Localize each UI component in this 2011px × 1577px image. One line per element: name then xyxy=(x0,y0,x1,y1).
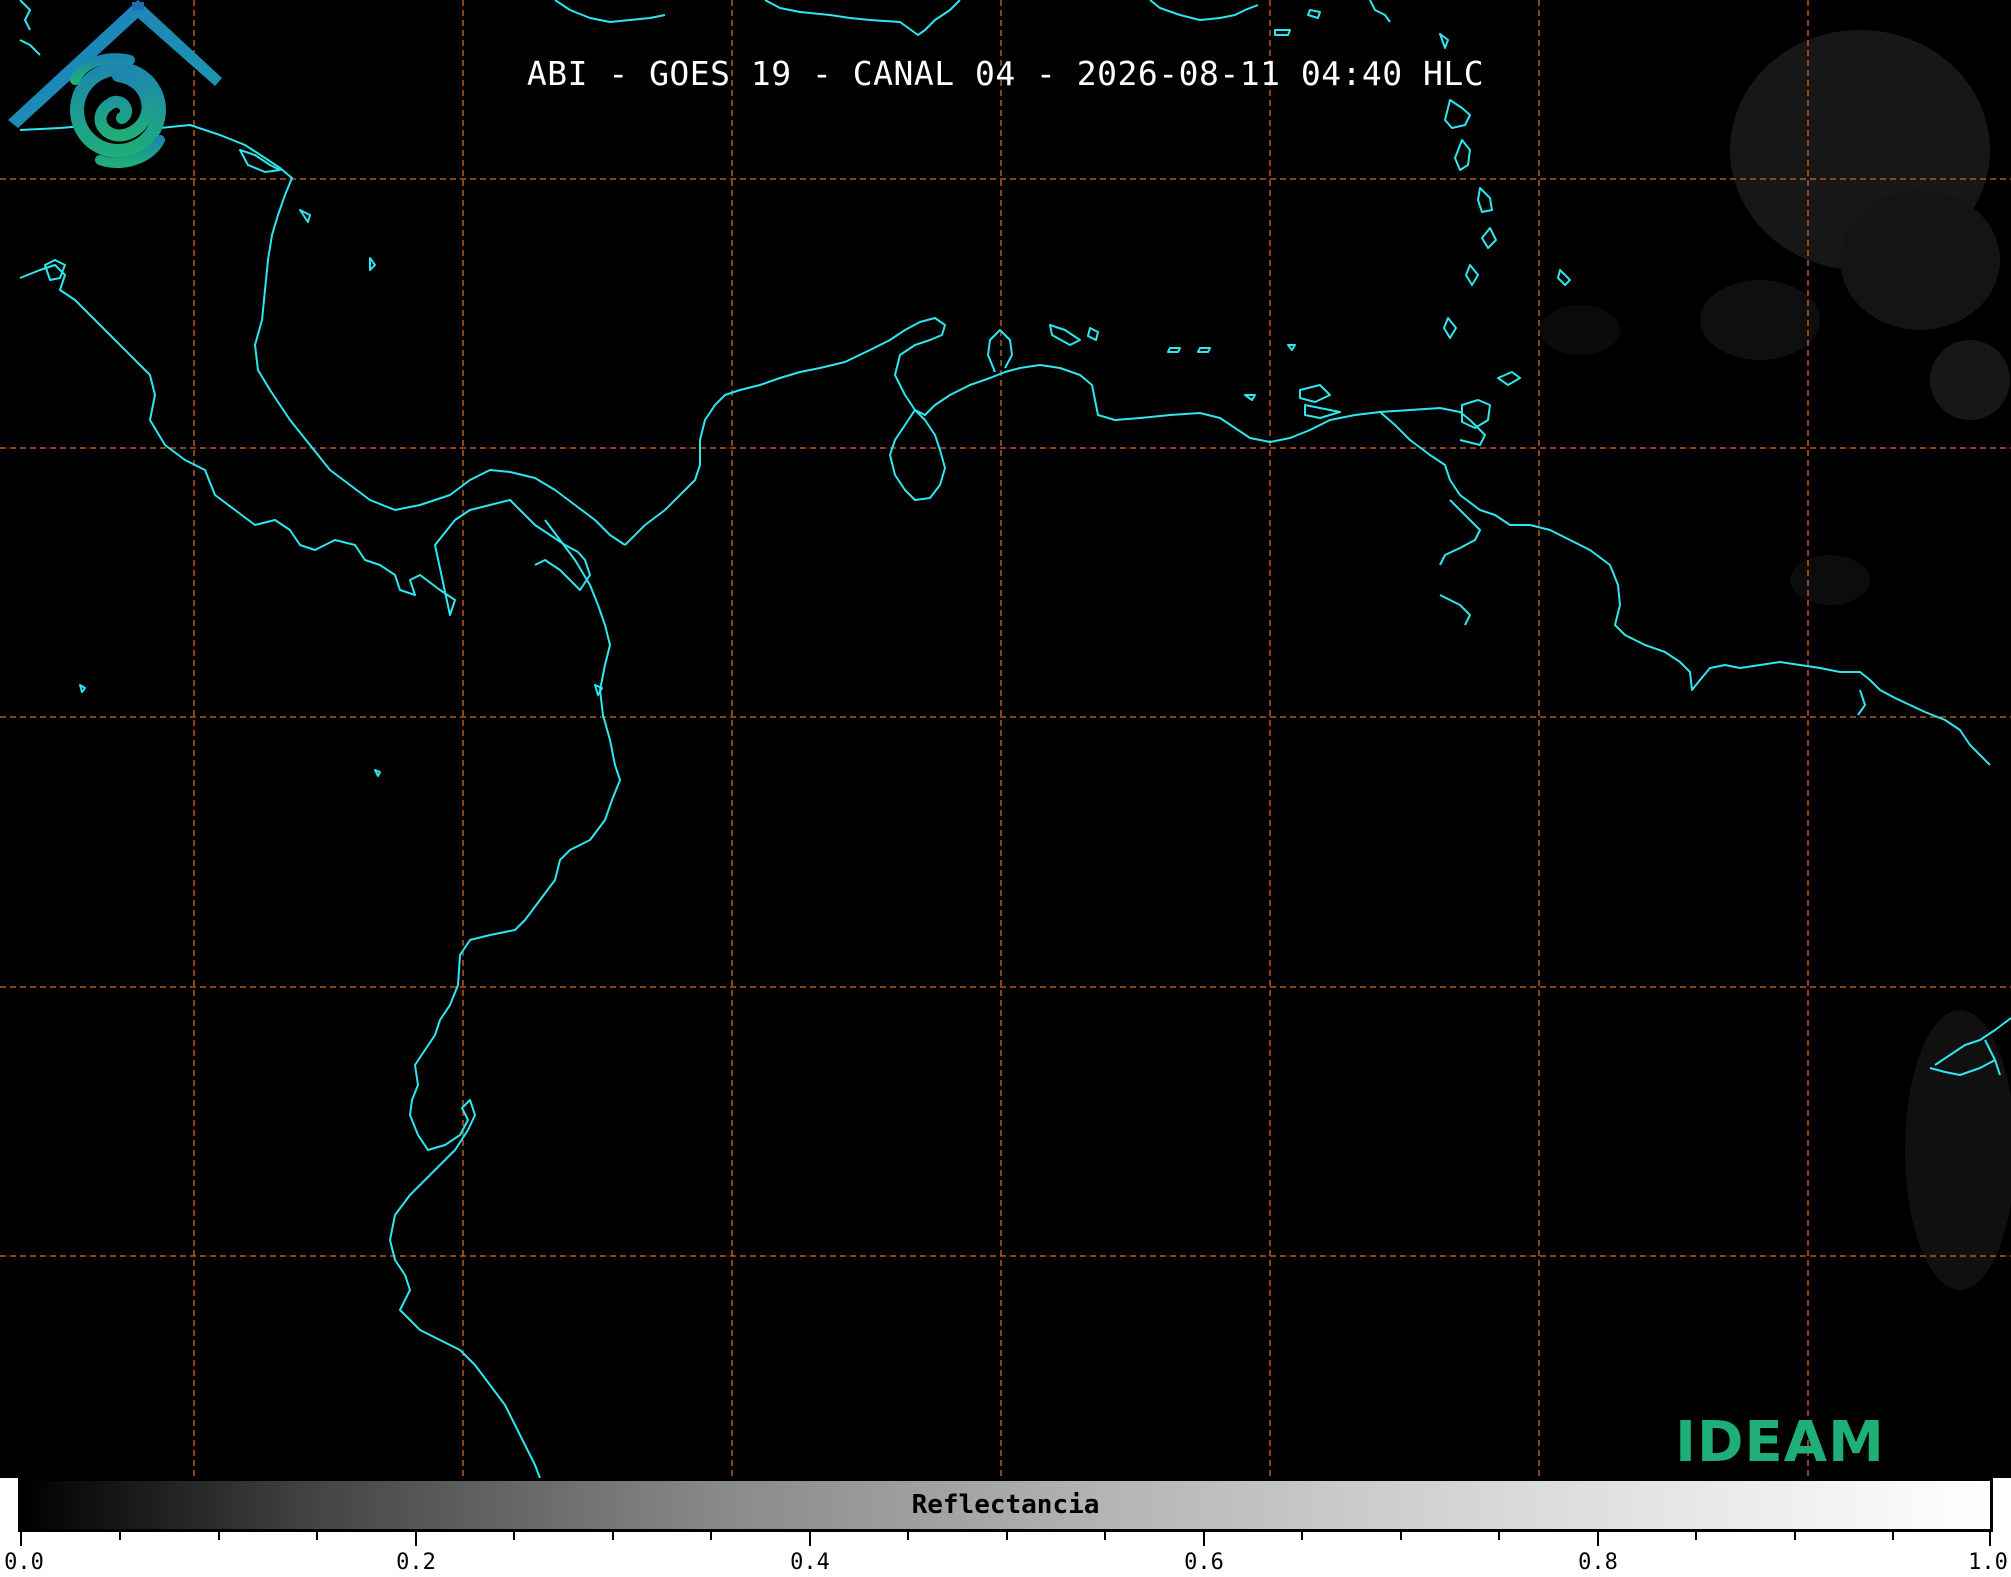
colorbar-label: Reflectancia xyxy=(911,1490,1100,1520)
image-title: ABI - GOES 19 - CANAL 04 - 2026-08-11 04… xyxy=(526,54,1485,93)
colorbar-tick-label: 1.0 xyxy=(1968,1550,2008,1575)
ideam-logo-text: IDEAM xyxy=(1675,1410,1885,1475)
colorbar-tick-label: 0.8 xyxy=(1578,1550,1618,1575)
ideam-logo-icon xyxy=(8,0,222,169)
satellite-image-page: ABI - GOES 19 - CANAL 04 - 2026-08-11 04… xyxy=(0,0,2011,1577)
colorbar-tick-label: 0.2 xyxy=(396,1550,436,1575)
map-layer xyxy=(0,0,2011,1478)
satellite-map: ABI - GOES 19 - CANAL 04 - 2026-08-11 04… xyxy=(0,0,2011,1478)
colorbar: Reflectancia xyxy=(18,1478,1993,1532)
colorbar-tick-label: 0.6 xyxy=(1184,1550,1224,1575)
colorbar-ticks: 0.0 0.2 0.4 0.6 0.8 1.0 xyxy=(0,1532,2011,1577)
cloud-patches xyxy=(1540,30,2011,1290)
colorbar-tick-label: 0.4 xyxy=(790,1550,830,1575)
lat-lon-gridlines xyxy=(0,0,2011,1478)
colorbar-tick-label: 0.0 xyxy=(4,1550,44,1575)
colorbar-tick-marks xyxy=(20,1532,1991,1546)
